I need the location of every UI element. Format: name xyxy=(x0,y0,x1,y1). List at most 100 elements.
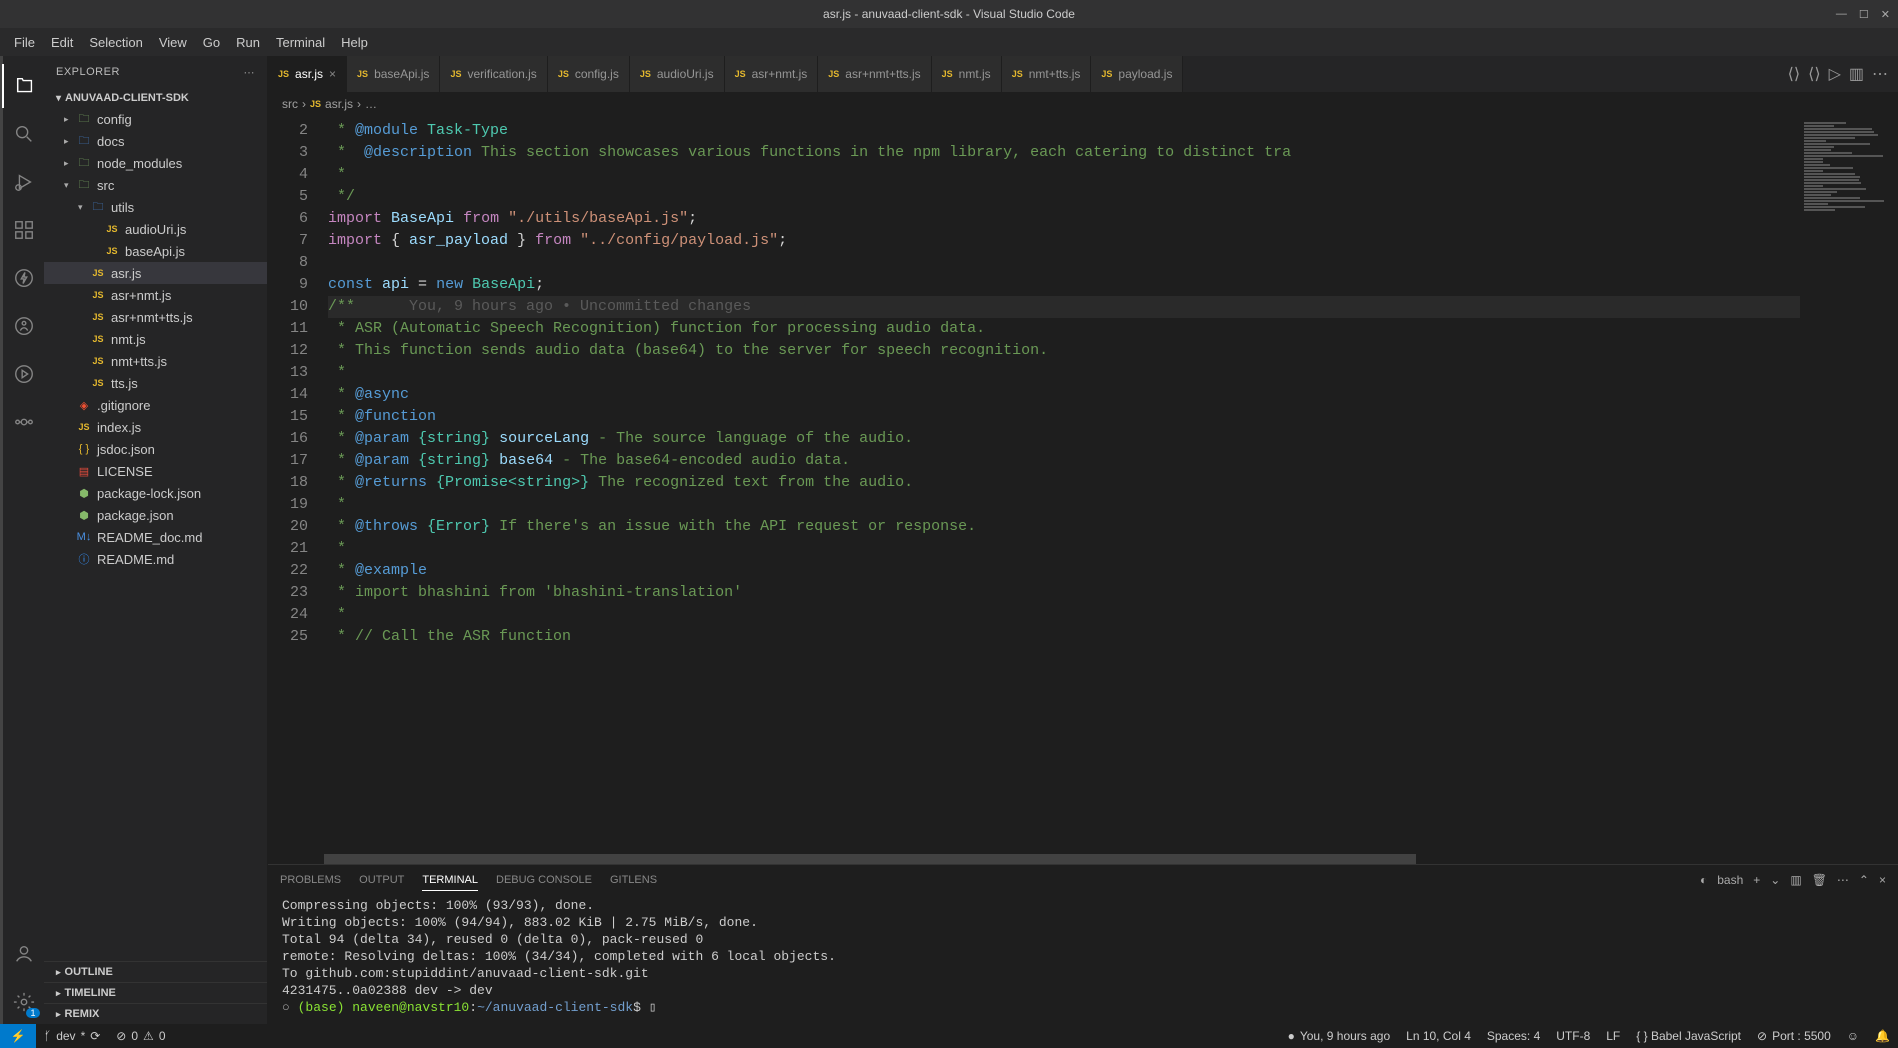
tree-item[interactable]: JSasr.js xyxy=(44,262,267,284)
panel-tab-debug-console[interactable]: DEBUG CONSOLE xyxy=(496,870,592,890)
split-icon[interactable]: ▥ xyxy=(1849,64,1864,84)
panel-tab-terminal[interactable]: TERMINAL xyxy=(422,870,478,891)
code-line[interactable]: * xyxy=(328,164,1800,186)
panel-tab-output[interactable]: OUTPUT xyxy=(359,870,404,890)
tree-item[interactable]: { }jsdoc.json xyxy=(44,438,267,460)
feedback-button[interactable]: ☺ xyxy=(1839,1024,1867,1048)
code-area[interactable]: * @module Task-Type * @description This … xyxy=(324,116,1800,864)
code-line[interactable]: * @description This section showcases va… xyxy=(328,142,1800,164)
debug-icon[interactable] xyxy=(2,160,46,204)
liveshare-icon[interactable] xyxy=(2,304,46,348)
minimap[interactable] xyxy=(1800,116,1898,864)
menu-view[interactable]: View xyxy=(151,33,195,52)
menu-edit[interactable]: Edit xyxy=(43,33,81,52)
gitlens-status[interactable]: ● You, 9 hours ago xyxy=(1280,1024,1399,1048)
code-line[interactable]: * This function sends audio data (base64… xyxy=(328,340,1800,362)
maximize-button[interactable]: ☐ xyxy=(1859,8,1869,21)
breadcrumb[interactable]: src › JS asr.js › … xyxy=(268,92,1898,116)
sidebar-actions[interactable]: ⋯ xyxy=(244,66,256,79)
tree-item[interactable]: JSaudioUri.js xyxy=(44,218,267,240)
search-icon[interactable] xyxy=(2,112,46,156)
cursor-position[interactable]: Ln 10, Col 4 xyxy=(1398,1024,1479,1048)
tab[interactable]: JSaudioUri.js xyxy=(630,56,725,92)
notifications-button[interactable]: 🔔 xyxy=(1867,1024,1898,1048)
code-line[interactable]: * xyxy=(328,494,1800,516)
menu-terminal[interactable]: Terminal xyxy=(268,33,333,52)
thunder-icon[interactable] xyxy=(2,256,46,300)
code-line[interactable]: const api = new BaseApi; xyxy=(328,274,1800,296)
tab[interactable]: JSverification.js xyxy=(440,56,547,92)
extensions-icon[interactable] xyxy=(2,208,46,252)
tree-item[interactable]: ⬢package-lock.json xyxy=(44,482,267,504)
tree-item[interactable]: ⬢package.json xyxy=(44,504,267,526)
more-icon[interactable]: ⋯ xyxy=(1837,873,1849,887)
code-line[interactable]: * @example xyxy=(328,560,1800,582)
close-icon[interactable]: × xyxy=(329,67,336,81)
tree-item[interactable]: M↓README_doc.md xyxy=(44,526,267,548)
section-remix[interactable]: ▸REMIX xyxy=(44,1003,267,1024)
run-icon[interactable]: ▷ xyxy=(1829,64,1841,84)
more-icon[interactable]: ⋯ xyxy=(1872,64,1888,84)
project-header[interactable]: ▾ ANUVAAD-CLIENT-SDK xyxy=(44,88,267,108)
section-timeline[interactable]: ▸TIMELINE xyxy=(44,982,267,1003)
section-outline[interactable]: ▸OUTLINE xyxy=(44,961,267,982)
trash-icon[interactable]: 🗑 xyxy=(1812,873,1827,887)
tab[interactable]: JSpayload.js xyxy=(1091,56,1183,92)
tree-item[interactable]: JSindex.js xyxy=(44,416,267,438)
tab[interactable]: JSnmt+tts.js xyxy=(1002,56,1092,92)
menu-help[interactable]: Help xyxy=(333,33,376,52)
account-icon[interactable] xyxy=(2,932,46,976)
tab[interactable]: JSasr.js× xyxy=(268,56,347,92)
language-status[interactable]: { } Babel JavaScript xyxy=(1628,1024,1749,1048)
settings-icon[interactable]: 1 xyxy=(2,980,46,1024)
new-terminal-icon[interactable]: + xyxy=(1753,873,1760,887)
terminal-content[interactable]: Compressing objects: 100% (93/93), done.… xyxy=(268,895,1898,1024)
remote-button[interactable]: ⚡ xyxy=(0,1024,36,1048)
close-panel-icon[interactable]: × xyxy=(1879,873,1886,887)
split-terminal-icon[interactable]: ▥ xyxy=(1790,873,1801,887)
code-line[interactable]: * import bhashini from 'bhashini-transla… xyxy=(328,582,1800,604)
branch-status[interactable]: ᚶ dev* ⟳ xyxy=(36,1024,108,1048)
minimize-button[interactable]: — xyxy=(1836,8,1847,21)
tab[interactable]: JSasr+nmt+tts.js xyxy=(818,56,931,92)
explorer-icon[interactable] xyxy=(2,64,46,108)
code-line[interactable]: * ASR (Automatic Speech Recognition) fun… xyxy=(328,318,1800,340)
code-line[interactable] xyxy=(328,252,1800,274)
tree-item[interactable]: JStts.js xyxy=(44,372,267,394)
code-line[interactable]: * @param {string} sourceLang - The sourc… xyxy=(328,428,1800,450)
tab[interactable]: JSconfig.js xyxy=(548,56,630,92)
gitlens-icon[interactable] xyxy=(2,400,46,444)
tree-item[interactable]: ▸🗀config xyxy=(44,108,267,130)
code-line[interactable]: import { asr_payload } from "../config/p… xyxy=(328,230,1800,252)
port-status[interactable]: ⊘ Port : 5500 xyxy=(1749,1024,1839,1048)
code-line[interactable]: * @returns {Promise<string>} The recogni… xyxy=(328,472,1800,494)
problems-status[interactable]: ⊘ 0 ⚠ 0 xyxy=(108,1024,173,1048)
code-line[interactable]: /** You, 9 hours ago • Uncommitted chang… xyxy=(328,296,1800,318)
horizontal-scrollbar[interactable] xyxy=(324,854,1800,864)
maximize-panel-icon[interactable]: ⌃ xyxy=(1859,873,1869,887)
code-line[interactable]: * xyxy=(328,604,1800,626)
tree-item[interactable]: JSbaseApi.js xyxy=(44,240,267,262)
code-line[interactable]: * @function xyxy=(328,406,1800,428)
tree-item[interactable]: ▾🗀utils xyxy=(44,196,267,218)
tree-item[interactable]: ▾🗀src xyxy=(44,174,267,196)
tree-item[interactable]: JSnmt+tts.js xyxy=(44,350,267,372)
panel-tab-gitlens[interactable]: GITLENS xyxy=(610,870,657,890)
indent-status[interactable]: Spaces: 4 xyxy=(1479,1024,1548,1048)
menu-file[interactable]: File xyxy=(6,33,43,52)
liveserver-icon[interactable] xyxy=(2,352,46,396)
diff-prev-icon[interactable]: ⟨⟩ xyxy=(1788,64,1800,84)
editor-body[interactable]: 2345678910111213141516171819202122232425… xyxy=(268,116,1898,864)
code-line[interactable]: * @param {string} base64 - The base64-en… xyxy=(328,450,1800,472)
tree-item[interactable]: ⓘREADME.md xyxy=(44,548,267,570)
code-line[interactable]: * xyxy=(328,362,1800,384)
menu-selection[interactable]: Selection xyxy=(81,33,150,52)
tab[interactable]: JSnmt.js xyxy=(932,56,1002,92)
close-button[interactable]: ✕ xyxy=(1881,8,1890,21)
diff-next-icon[interactable]: ⟨⟩ xyxy=(1808,64,1820,84)
shell-name[interactable]: bash xyxy=(1717,873,1743,887)
tree-item[interactable]: JSasr+nmt+tts.js xyxy=(44,306,267,328)
chevron-down-icon[interactable]: ⌄ xyxy=(1770,873,1780,887)
tree-item[interactable]: JSasr+nmt.js xyxy=(44,284,267,306)
tree-item[interactable]: ◈.gitignore xyxy=(44,394,267,416)
